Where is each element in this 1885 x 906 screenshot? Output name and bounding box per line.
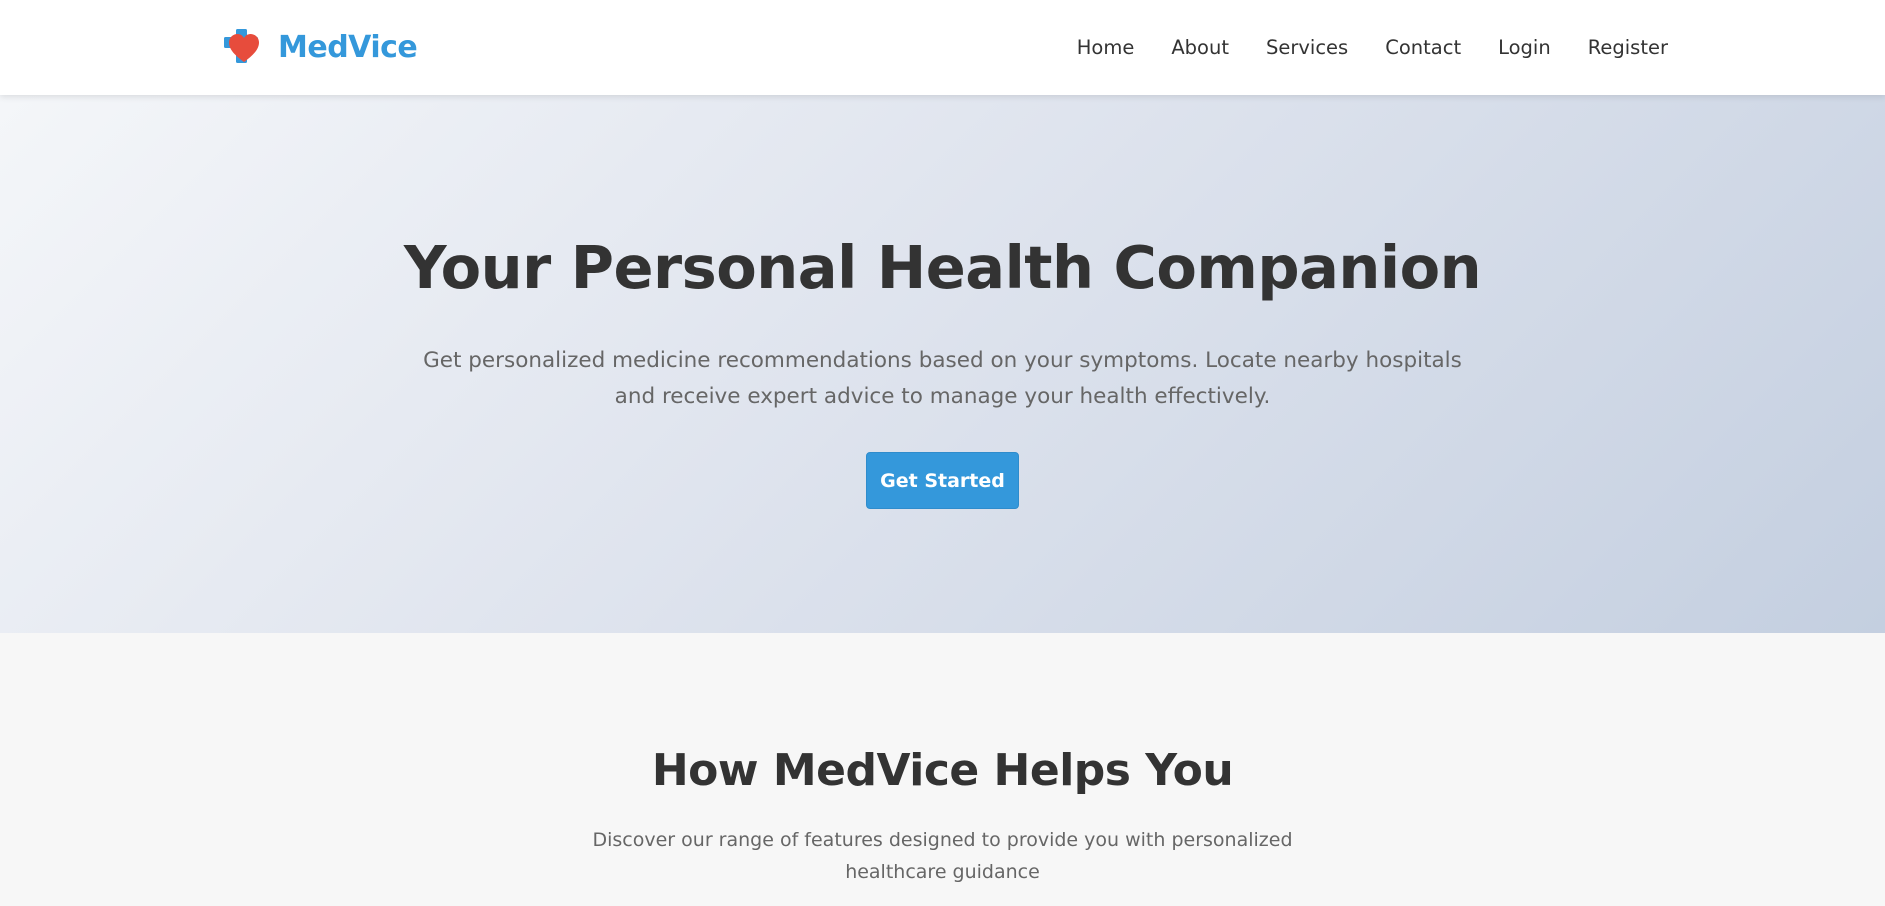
brand-name: MedVice (278, 29, 418, 65)
get-started-button[interactable]: Get Started (866, 452, 1019, 509)
hero-subtitle: Get personalized medicine recommendation… (423, 348, 1462, 409)
nav-login-link[interactable]: Login (1498, 36, 1551, 59)
features-title: How MedVice Helps You (651, 745, 1234, 796)
nav-home-link[interactable]: Home (1077, 36, 1135, 59)
main-nav: Home About Services Contact Login Regist… (1040, 0, 1668, 95)
features-subtitle: Discover our range of features designed … (592, 829, 1293, 883)
heart-medical-cross-icon (224, 29, 259, 63)
nav-contact-link[interactable]: Contact (1385, 36, 1461, 59)
nav-about-link[interactable]: About (1171, 36, 1229, 59)
features-section: How MedVice Helps You Discover our range… (0, 633, 1885, 906)
hero-section: Your Personal Health Companion Get perso… (0, 95, 1885, 633)
hero-title: Your Personal Health Companion (403, 233, 1482, 302)
brand-logo-link[interactable]: MedVice (222, 24, 418, 70)
nav-services-link[interactable]: Services (1266, 36, 1348, 59)
nav-register-link[interactable]: Register (1588, 36, 1668, 59)
site-header: MedVice Home About Services Contact Logi… (0, 0, 1885, 95)
